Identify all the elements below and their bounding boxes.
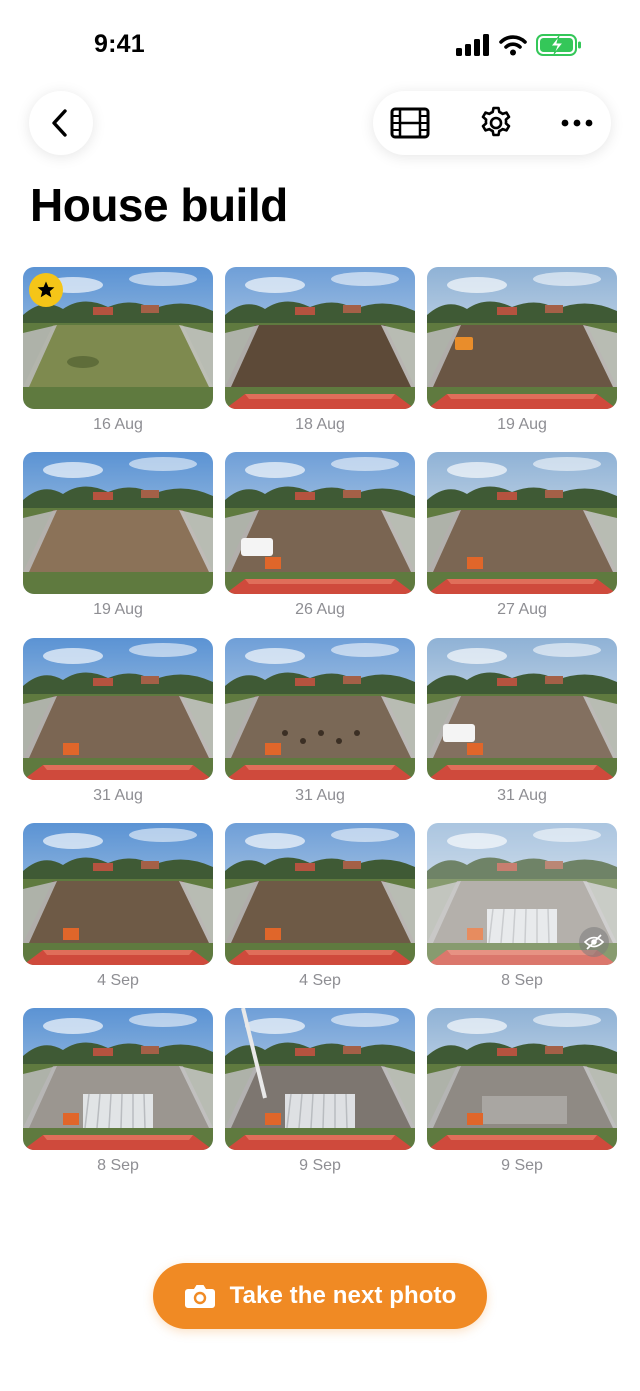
photo-tile[interactable]: 27 Aug xyxy=(427,452,617,619)
photo-tile[interactable]: 19 Aug xyxy=(23,452,213,619)
favorite-star-icon xyxy=(29,273,63,307)
photo-tile[interactable]: 8 Sep xyxy=(427,823,617,990)
photo-thumbnail[interactable] xyxy=(225,452,415,594)
photo-date: 31 Aug xyxy=(295,787,345,804)
photo-tile[interactable]: 26 Aug xyxy=(225,452,415,619)
photo-tile[interactable]: 9 Sep xyxy=(225,1008,415,1175)
camera-icon xyxy=(184,1285,215,1308)
photo-thumbnail[interactable] xyxy=(225,267,415,409)
photo-date: 31 Aug xyxy=(93,787,143,804)
take-next-photo-button[interactable]: Take the next photo xyxy=(153,1263,487,1329)
photo-thumbnail[interactable] xyxy=(225,638,415,780)
photo-date: 4 Sep xyxy=(97,972,139,989)
photo-date: 27 Aug xyxy=(497,601,547,618)
photo-date: 26 Aug xyxy=(295,601,345,618)
photo-date: 31 Aug xyxy=(497,787,547,804)
photo-date: 8 Sep xyxy=(97,1157,139,1174)
photo-thumbnail[interactable] xyxy=(427,267,617,409)
photo-date: 9 Sep xyxy=(299,1157,341,1174)
photo-date: 19 Aug xyxy=(93,601,143,618)
photo-tile[interactable]: 19 Aug xyxy=(427,267,617,434)
photo-date: 16 Aug xyxy=(93,416,143,433)
photo-thumbnail[interactable] xyxy=(225,823,415,965)
photo-tile[interactable]: 4 Sep xyxy=(225,823,415,990)
photo-thumbnail[interactable] xyxy=(225,1008,415,1150)
photo-date: 19 Aug xyxy=(497,416,547,433)
photo-thumbnail[interactable] xyxy=(427,638,617,780)
photo-tile[interactable]: 31 Aug xyxy=(225,638,415,805)
photo-thumbnail[interactable] xyxy=(427,452,617,594)
photo-date: 4 Sep xyxy=(299,972,341,989)
eye-slash-icon xyxy=(579,927,609,957)
photo-thumbnail[interactable] xyxy=(23,823,213,965)
photo-thumbnail[interactable] xyxy=(23,452,213,594)
photo-tile[interactable]: 18 Aug xyxy=(225,267,415,434)
photo-thumbnail[interactable] xyxy=(23,1008,213,1150)
photo-tile[interactable]: 31 Aug xyxy=(427,638,617,805)
photo-tile[interactable]: 16 Aug xyxy=(23,267,213,434)
photo-tile[interactable]: 9 Sep xyxy=(427,1008,617,1175)
photo-grid: 16 Aug 18 Aug 19 Aug 19 Aug 26 Aug 27 Aug 31 A… xyxy=(0,0,640,1391)
photo-date: 18 Aug xyxy=(295,416,345,433)
photo-thumbnail[interactable] xyxy=(427,823,617,965)
photo-thumbnail[interactable] xyxy=(23,267,213,409)
photo-thumbnail[interactable] xyxy=(23,638,213,780)
photo-date: 8 Sep xyxy=(501,972,543,989)
photo-tile[interactable]: 31 Aug xyxy=(23,638,213,805)
photo-date: 9 Sep xyxy=(501,1157,543,1174)
take-next-photo-label: Take the next photo xyxy=(229,1282,457,1309)
photo-tile[interactable]: 8 Sep xyxy=(23,1008,213,1175)
photo-tile[interactable]: 4 Sep xyxy=(23,823,213,990)
photo-thumbnail[interactable] xyxy=(427,1008,617,1150)
